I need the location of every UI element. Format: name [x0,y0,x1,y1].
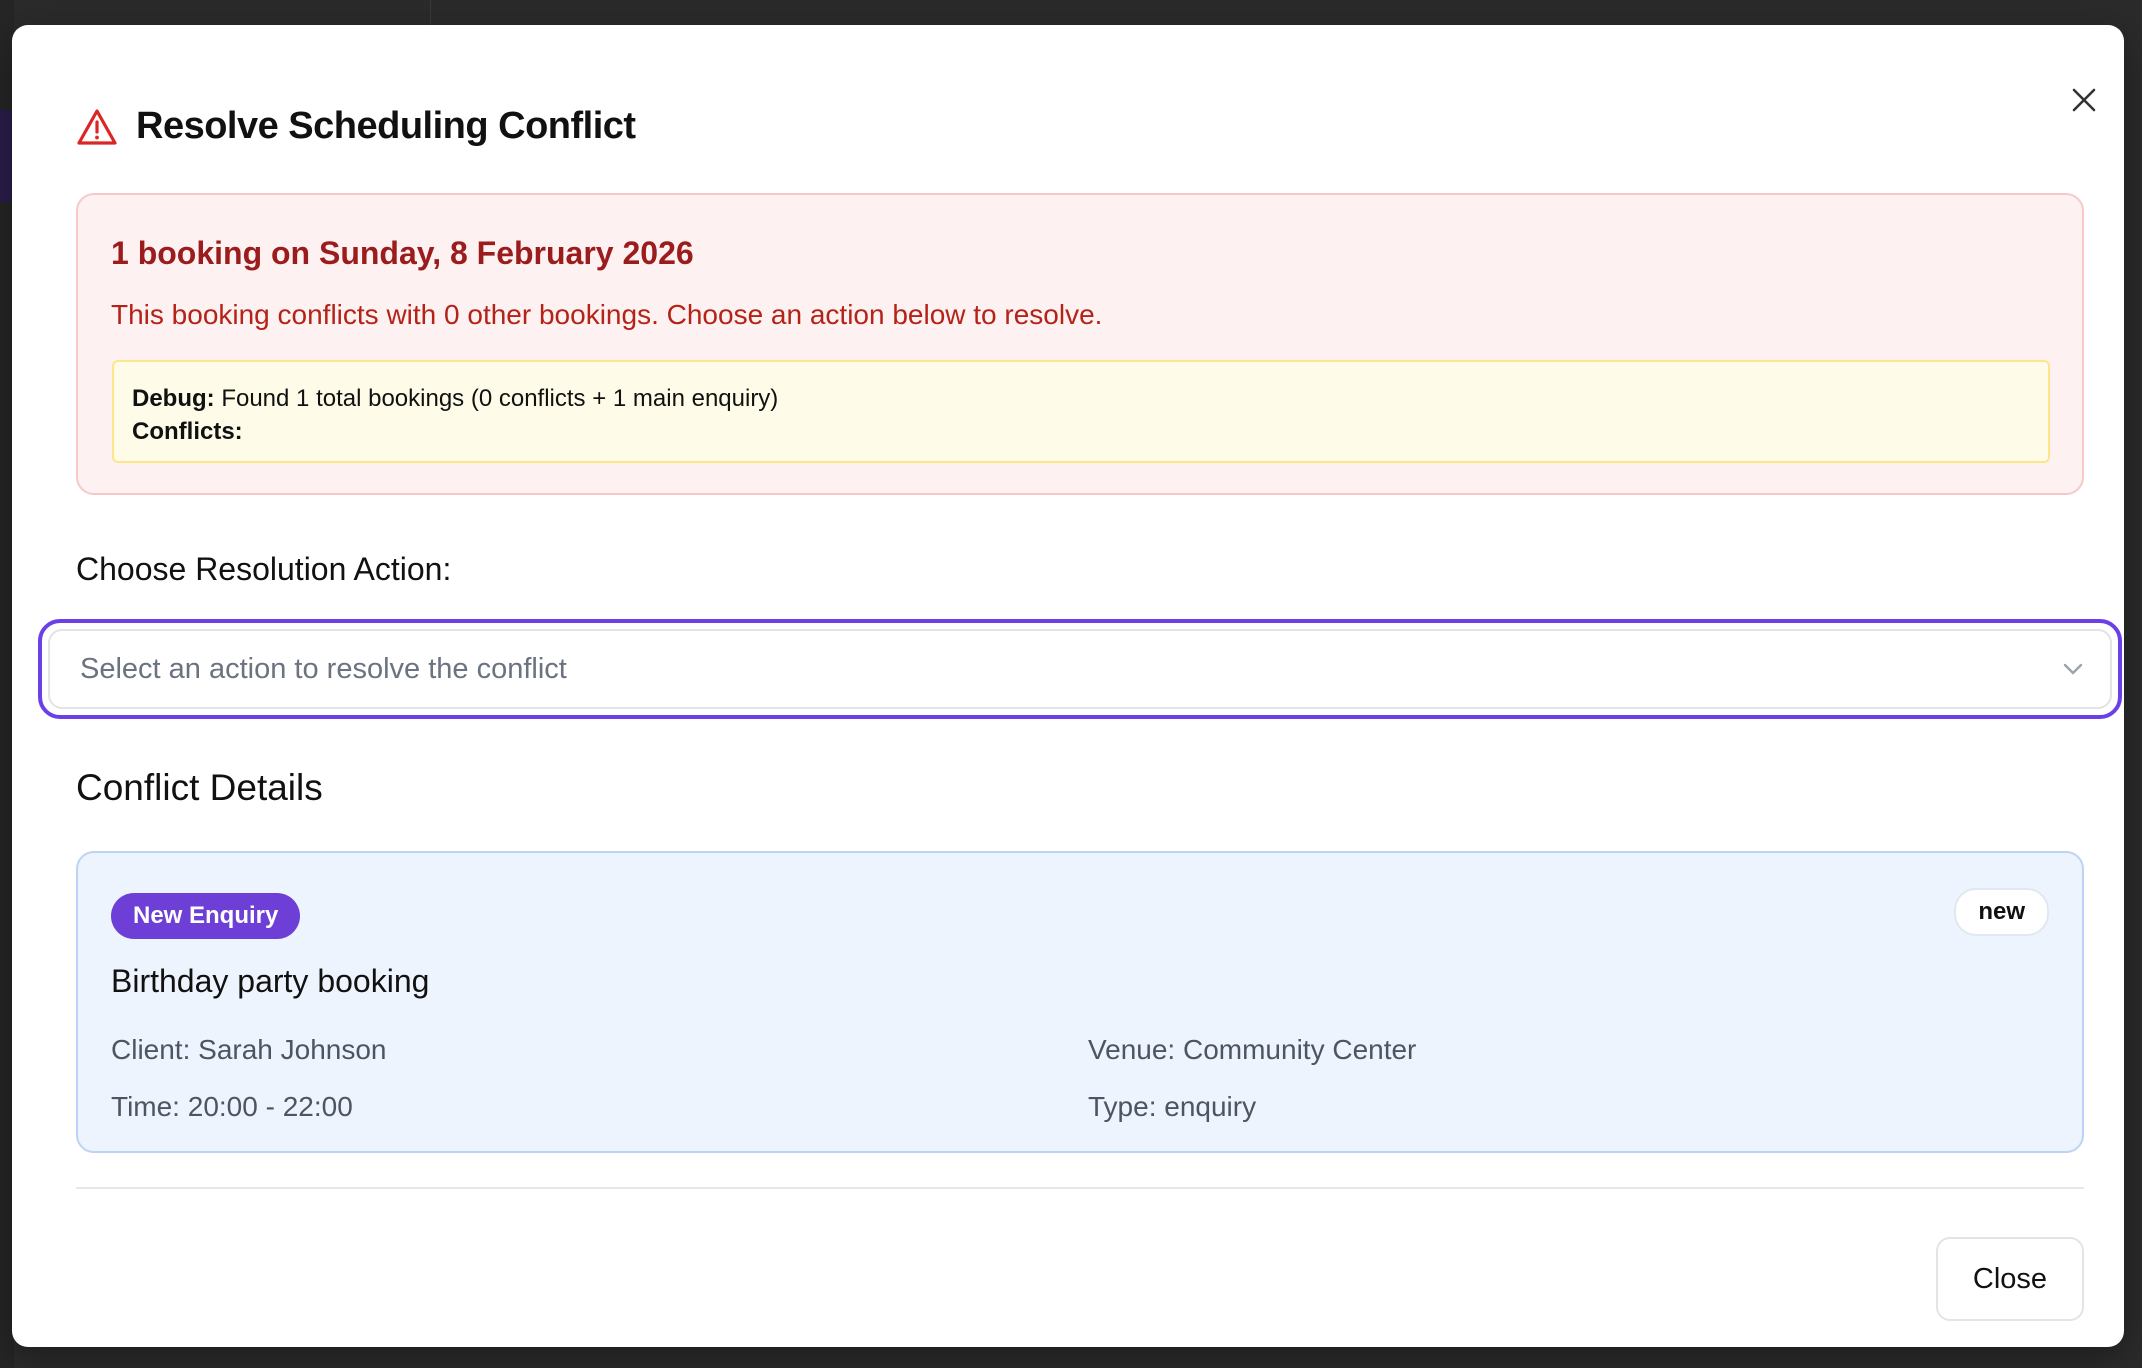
modal-title: Resolve Scheduling Conflict [136,105,636,147]
debug-conflicts-line: Conflicts: [132,415,2030,448]
conflict-details-heading: Conflict Details [76,767,323,808]
resolution-label: Choose Resolution Action: [76,551,452,587]
chevron-down-icon[interactable] [2060,656,2086,682]
debug-text: Found 1 total bookings (0 conflicts + 1 … [221,385,779,412]
backdrop-divider [430,0,431,26]
close-icon[interactable] [2067,83,2101,117]
resolution-select[interactable]: Select an action to resolve the conflict [48,629,2112,709]
modal-header: Resolve Scheduling Conflict [76,105,636,148]
booking-title: Birthday party booking [111,963,430,999]
footer-divider [76,1187,2084,1189]
debug-label: Debug: [132,385,215,412]
debug-panel: Debug: Found 1 total bookings (0 conflic… [112,360,2050,463]
conflict-alert: 1 booking on Sunday, 8 February 2026 Thi… [76,193,2084,495]
booking-type: Type: enquiry [1088,1091,1257,1122]
close-button[interactable]: Close [1936,1237,2084,1321]
alert-title: 1 booking on Sunday, 8 February 2026 [111,235,694,271]
resolution-select-focus-ring: Select an action to resolve the conflict [38,619,2122,719]
booking-client: Client: Sarah Johnson [111,1034,387,1065]
alert-message: This booking conflicts with 0 other book… [111,299,1103,330]
booking-type-badge: New Enquiry [111,893,301,939]
resolution-select-placeholder: Select an action to resolve the conflict [80,652,567,685]
booking-card: New Enquiry new Birthday party booking C… [76,851,2084,1153]
booking-time: Time: 20:00 - 22:00 [111,1091,353,1122]
debug-line: Debug: Found 1 total bookings (0 conflic… [132,382,2030,415]
status-badge: new [1954,888,2049,936]
booking-venue: Venue: Community Center [1088,1034,1417,1065]
conflicts-label: Conflicts: [132,418,243,445]
warning-triangle-icon [76,106,118,148]
conflict-modal: Resolve Scheduling Conflict 1 booking on… [12,25,2124,1347]
